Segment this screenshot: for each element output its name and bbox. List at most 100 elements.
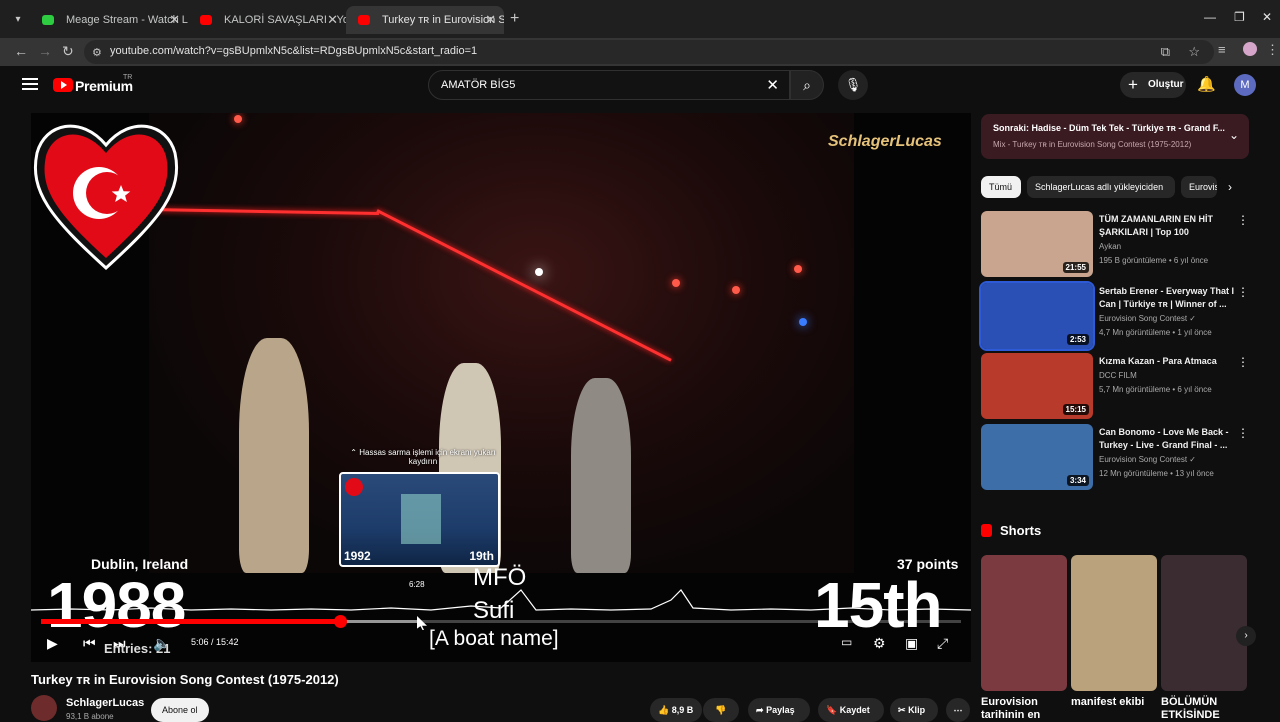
meage-favicon-icon [42, 15, 54, 25]
play-button[interactable]: ▶ [47, 635, 58, 652]
site-info-icon[interactable]: ⚙ [92, 46, 102, 59]
browser-tab-turkey[interactable]: Turkey ᴛʀ in Eurovision Song C ✕ [346, 6, 504, 34]
back-icon[interactable]: ← [14, 43, 28, 59]
more-vertical-icon[interactable]: ⋮ [1237, 426, 1249, 440]
progress-scrubber[interactable] [334, 615, 347, 628]
url-field[interactable]: ⚙ youtube.com/watch?v=gsBUpmlxN5c&list=R… [84, 40, 1214, 64]
reading-list-icon[interactable]: ≡ [1218, 42, 1226, 57]
recommendation-thumbnail[interactable]: 3:34 [981, 424, 1093, 490]
subscribe-button[interactable]: Abone ol [151, 698, 209, 722]
search-box[interactable]: AMATÖR BİG5 ✕ [428, 70, 790, 100]
subtitles-icon: ▭ [841, 635, 853, 649]
more-vertical-icon[interactable]: ⋮ [1237, 285, 1249, 299]
new-tab-icon[interactable]: + [510, 10, 519, 28]
recommendation-item[interactable]: 2:53 Sertab Erener - Everyway That I Can… [979, 281, 1249, 351]
notifications-bell-icon[interactable]: 🔔 [1197, 75, 1216, 93]
fullscreen-button[interactable]: ⤢ [937, 635, 948, 652]
short-title[interactable]: Eurovision tarihinin en [981, 696, 1067, 722]
recommendation-meta: 5,7 Mn görüntüleme • 6 yıl önce [1099, 385, 1212, 394]
channel-avatar[interactable] [31, 695, 57, 721]
recommendation-thumbnail[interactable]: 21:55 [981, 211, 1093, 277]
like-count: 8,9 B [671, 705, 694, 715]
share-button[interactable]: ➦ Paylaş [748, 698, 810, 722]
recommendation-channel[interactable]: DCC FILM [1099, 371, 1137, 380]
next-button[interactable]: ⏭ [113, 635, 126, 652]
browser-tab-kalori[interactable]: KALORİ SAVAŞLARI - YouTube ✕ [188, 6, 346, 34]
chip-eurovision[interactable]: Eurovision [1181, 176, 1217, 198]
browser-profile-avatar[interactable] [1243, 42, 1257, 56]
more-vertical-icon[interactable]: ⋮ [1237, 355, 1249, 369]
search-button[interactable]: ⌕ [790, 70, 824, 100]
chevron-up-icon: ⌃ [350, 448, 360, 457]
window-close-icon[interactable]: ✕ [1262, 10, 1272, 24]
maximize-icon[interactable]: ❐ [1234, 10, 1245, 24]
mouse-cursor-icon [417, 616, 427, 630]
voice-search-button[interactable]: 🎙 [838, 70, 868, 100]
thumbs-down-icon: 👎 [715, 705, 727, 715]
previous-button[interactable]: ⏮ [83, 635, 96, 652]
forward-icon[interactable]: → [38, 43, 52, 59]
minimize-icon[interactable]: — [1204, 10, 1216, 24]
recommendation-title[interactable]: TÜM ZAMANLARIN EN HİT ŞARKILARI | Top 10… [1099, 213, 1239, 239]
recommendation-thumbnail[interactable]: 15:15 [981, 353, 1093, 419]
shorts-next-icon[interactable]: › [1236, 626, 1256, 646]
tab-list-button[interactable]: ▾ [10, 12, 26, 28]
bookmark-star-icon[interactable]: ☆ [1188, 44, 1200, 60]
preview-year: 1992 [344, 549, 371, 563]
like-button[interactable]: 👍 8,9 B [650, 698, 702, 722]
install-app-icon[interactable]: ⧉ [1161, 44, 1170, 60]
close-tab-icon[interactable]: ✕ [485, 6, 496, 34]
short-thumbnail[interactable] [1161, 555, 1247, 691]
close-tab-icon[interactable]: ✕ [169, 6, 180, 34]
chip-all[interactable]: Tümü [981, 176, 1021, 198]
recommendation-item[interactable]: 15:15 Kızma Kazan - Para Atmaca DCC FILM… [981, 353, 1249, 419]
clear-search-icon[interactable]: ✕ [766, 76, 779, 94]
more-actions-button[interactable]: ⋯ [946, 698, 970, 722]
recommendation-meta: 4,7 Mn görüntüleme • 1 yıl önce [1099, 328, 1212, 337]
short-title[interactable]: manifest ekibi [1071, 696, 1157, 709]
settings-button[interactable]: ⚙ [873, 635, 886, 652]
recommendation-title[interactable]: Sertab Erener - Everyway That I Can | Tü… [1099, 285, 1239, 311]
channel-name[interactable]: SchlagerLucas [66, 697, 144, 709]
reload-icon[interactable]: ↻ [62, 43, 74, 60]
recommendation-item[interactable]: 21:55 TÜM ZAMANLARIN EN HİT ŞARKILARI | … [981, 211, 1249, 277]
guide-menu-icon[interactable] [22, 78, 38, 90]
address-bar: ← → ↻ ⚙ youtube.com/watch?v=gsBUpmlxN5c&… [0, 38, 1280, 66]
chevron-down-icon[interactable]: ⌄ [1229, 128, 1239, 142]
create-button[interactable]: + Oluştur [1120, 72, 1186, 98]
close-tab-icon[interactable]: ✕ [327, 6, 338, 34]
laser-beam [148, 208, 379, 216]
subtitles-button[interactable]: ▭ [841, 635, 852, 649]
up-next-card[interactable]: Sonraki: Hadise - Düm Tek Tek - Türkiye … [981, 114, 1249, 159]
video-player[interactable]: SchlagerLucas ⌃ Hassas sarma işlemi için… [31, 113, 971, 662]
preview-heart-icon [345, 478, 363, 496]
recommendation-title[interactable]: Can Bonomo - Love Me Back - Turkey - Liv… [1099, 426, 1239, 452]
dislike-button[interactable]: 👎 [703, 698, 739, 722]
chevron-right-icon[interactable]: › [1228, 180, 1232, 194]
chip-from-uploader[interactable]: SchlagerLucas adlı yükleyiciden [1027, 176, 1175, 198]
volume-button[interactable]: 🔈 [153, 635, 170, 652]
theater-mode-button[interactable]: ▣ [905, 635, 918, 652]
youtube-logo-icon[interactable] [53, 78, 73, 92]
more-vertical-icon[interactable]: ⋮ [1237, 213, 1249, 227]
stage-light [234, 115, 242, 123]
recommendation-channel[interactable]: Eurovision Song Contest ✓ [1099, 314, 1196, 323]
recommendation-item[interactable]: 3:34 Can Bonomo - Love Me Back - Turkey … [981, 424, 1249, 490]
account-avatar[interactable]: M [1234, 74, 1256, 96]
browser-menu-icon[interactable]: ⋮ [1266, 42, 1279, 58]
recommendation-channel[interactable]: Eurovision Song Contest ✓ [1099, 455, 1196, 464]
scissors-icon: ✂ [898, 705, 906, 715]
recommendation-channel[interactable]: Aykan [1099, 242, 1121, 251]
video-frame [148, 113, 854, 573]
browser-tab-meage[interactable]: Meage Stream - Watch Live on ✕ [30, 6, 188, 34]
clip-button[interactable]: ✂ Klip [890, 698, 938, 722]
short-thumbnail[interactable] [981, 555, 1067, 691]
recommendation-thumbnail[interactable]: 2:53 [979, 281, 1095, 351]
plus-icon: + [1128, 75, 1138, 94]
save-button[interactable]: 🔖 Kaydet [818, 698, 884, 722]
short-thumbnail[interactable] [1071, 555, 1157, 691]
search-input[interactable]: AMATÖR BİG5 [441, 79, 515, 91]
next-icon: ⏭ [113, 635, 126, 651]
short-title[interactable]: BÖLÜMÜN ETKİSİNDE [1161, 696, 1247, 722]
recommendation-title[interactable]: Kızma Kazan - Para Atmaca [1099, 355, 1239, 368]
